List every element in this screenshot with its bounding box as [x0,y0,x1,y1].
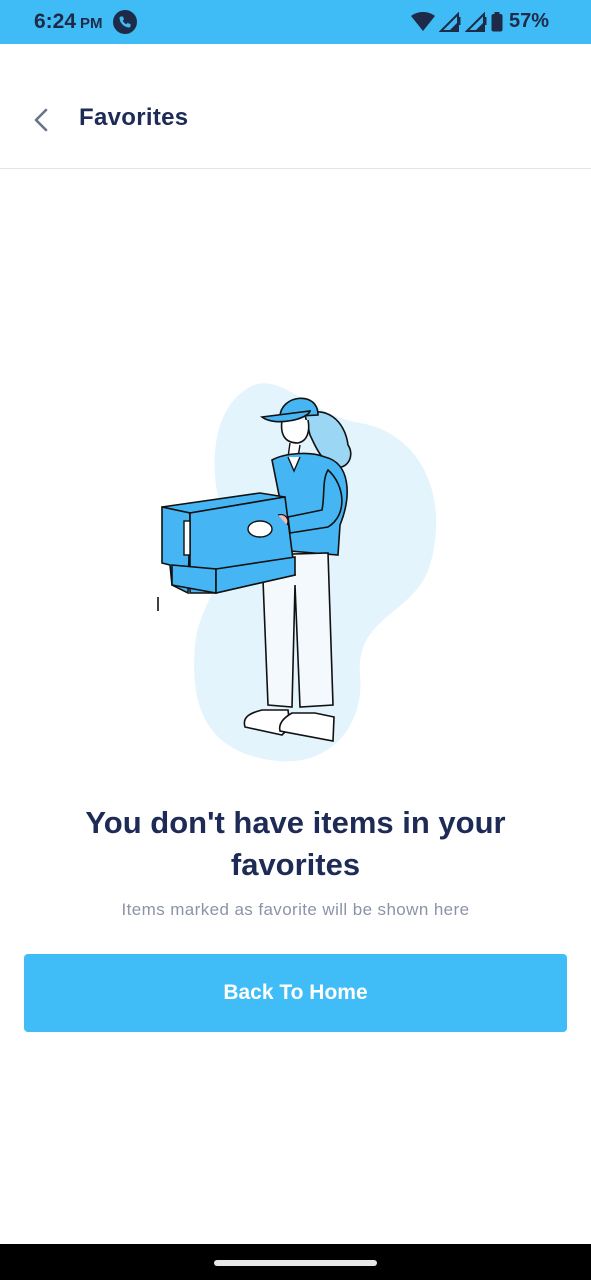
chevron-left-icon[interactable] [26,104,58,136]
status-time: 6:24 PM [34,10,103,34]
empty-state-subtitle: Items marked as favorite will be shown h… [121,900,470,919]
empty-state-title: You don't have items in your favorites [85,805,506,882]
system-nav-bar [0,1244,591,1280]
signal-icon [464,11,487,32]
signal-icon [438,11,461,32]
battery-percent: 57% [508,10,549,32]
status-time-value: 6:24 [34,10,77,33]
app-header: Favorites [0,44,591,169]
call-icon [113,10,137,34]
person-holding-box-illustration [157,383,437,762]
page-title: Favorites [79,104,189,131]
status-icons: 57% [410,10,549,33]
status-time-ampm: PM [80,15,103,32]
back-to-home-button[interactable]: Back To Home [24,954,567,1032]
battery-icon [491,11,503,31]
wifi-icon [410,11,435,31]
home-gesture-pill[interactable] [214,1260,377,1266]
status-bar: 6:24 PM 57% [0,0,591,44]
